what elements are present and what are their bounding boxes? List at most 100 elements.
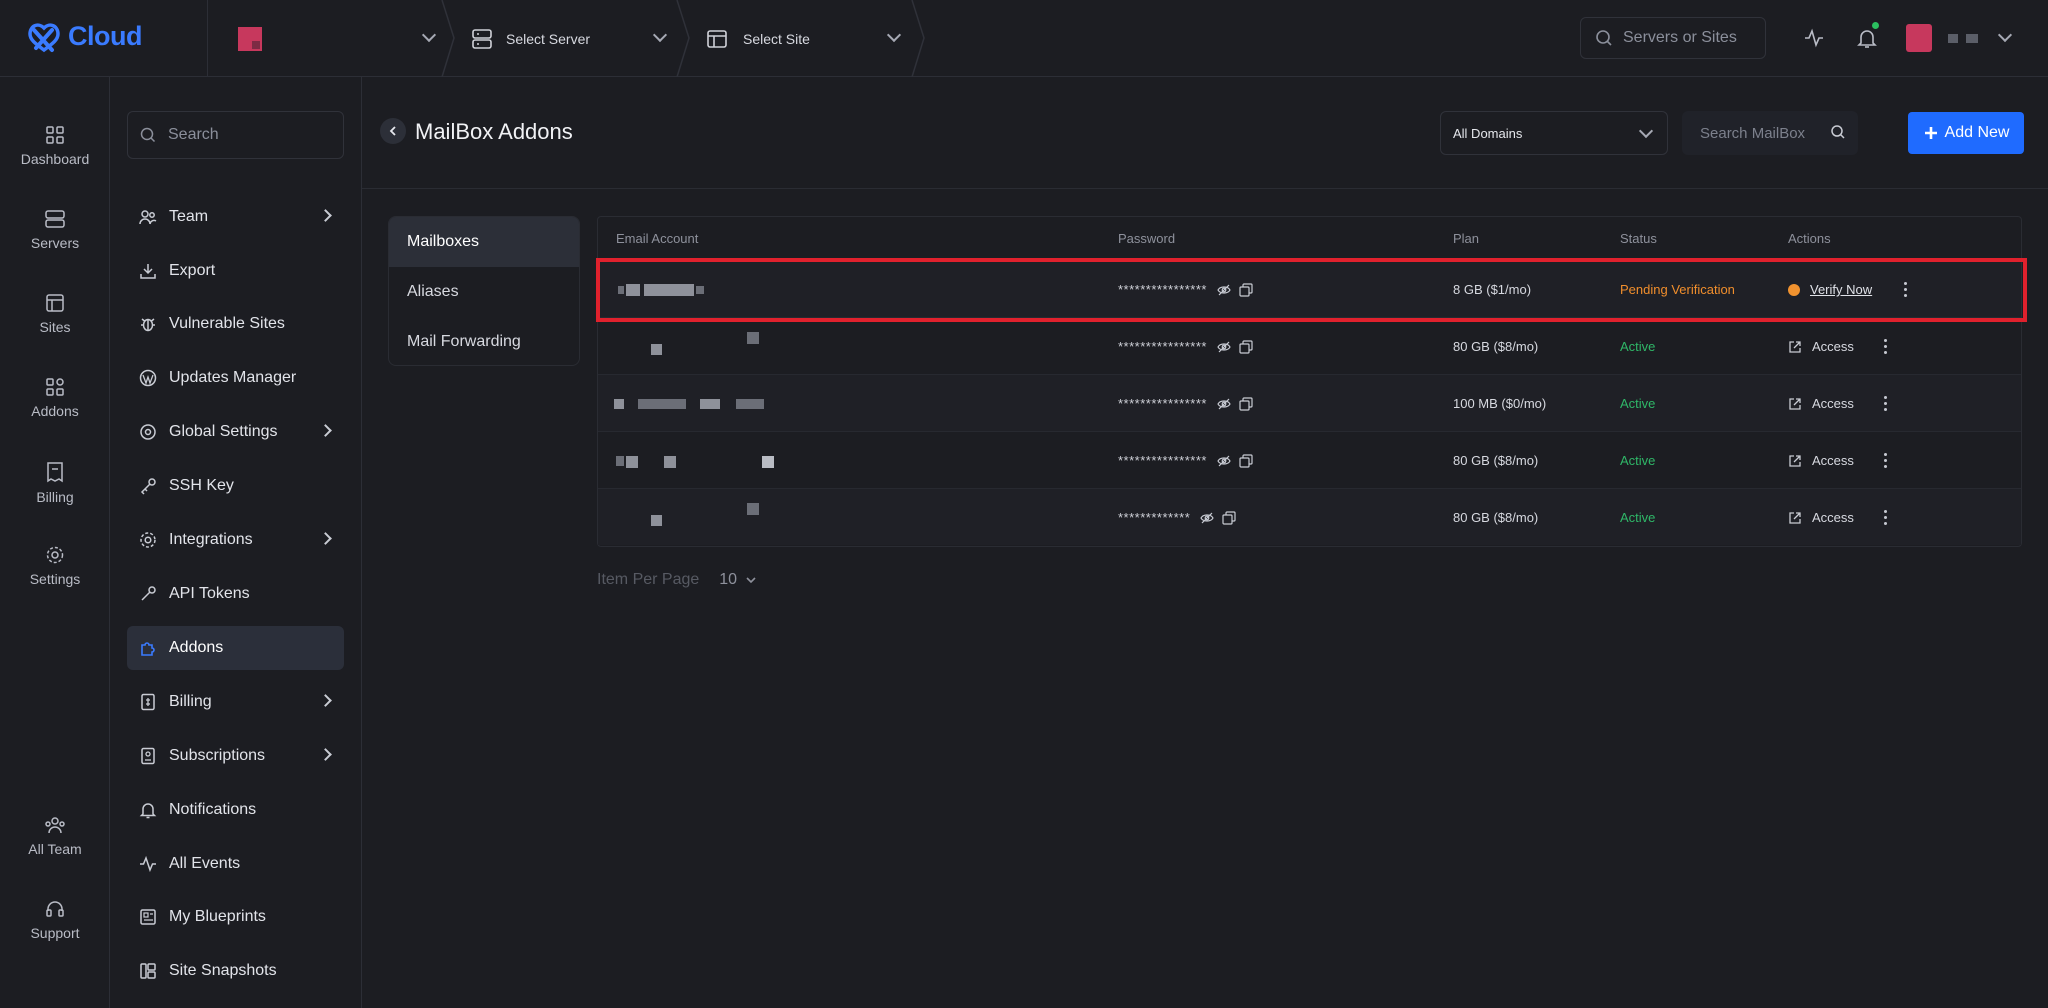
nav-item-ssh-key[interactable]: SSH Key <box>127 464 344 508</box>
domain-filter-select[interactable]: All Domains <box>1440 111 1668 155</box>
email-redacted <box>747 503 759 515</box>
wordpress-icon <box>139 369 157 387</box>
password-masked: **************** <box>1118 453 1207 468</box>
rail-label: Support <box>30 925 80 941</box>
external-link-icon[interactable] <box>1788 397 1802 411</box>
mail-subtabs: Mailboxes Aliases Mail Forwarding <box>388 216 580 366</box>
logo[interactable]: Cloud <box>24 16 142 56</box>
subscription-icon <box>141 747 155 765</box>
external-link-icon[interactable] <box>1788 454 1802 468</box>
global-search-input[interactable]: Servers or Sites <box>1580 17 1766 59</box>
notifications-button[interactable] <box>1851 22 1883 54</box>
nav-item-integrations[interactable]: Integrations <box>127 518 344 562</box>
chevron-right-icon <box>319 748 332 761</box>
nav-item-label: Export <box>169 262 216 279</box>
cloud-logo-icon <box>28 23 60 53</box>
copy-icon[interactable] <box>1222 510 1236 525</box>
external-link-icon[interactable] <box>1788 511 1802 525</box>
eye-off-icon[interactable] <box>1200 511 1214 525</box>
activity-button[interactable] <box>1798 22 1830 54</box>
nav-item-subscriptions[interactable]: Subscriptions <box>127 734 344 778</box>
bell-icon <box>1857 30 1877 48</box>
tab-mail-forwarding[interactable]: Mail Forwarding <box>389 317 579 365</box>
blueprint-icon <box>140 909 156 925</box>
external-link-icon[interactable] <box>1788 340 1802 354</box>
copy-icon[interactable] <box>1239 396 1253 411</box>
nav-item-addons[interactable]: Addons <box>127 626 344 670</box>
table-row[interactable]: **************** 80 GB ($8/mo) Active Ac… <box>598 317 2021 374</box>
rail-item-sites[interactable]: Sites <box>0 293 110 335</box>
nav-item-api-tokens[interactable]: API Tokens <box>127 572 344 616</box>
access-link[interactable]: Access <box>1812 339 1854 354</box>
tab-aliases[interactable]: Aliases <box>389 267 579 317</box>
copy-icon[interactable] <box>1239 453 1253 468</box>
items-per-page-select[interactable]: 10 <box>719 571 757 589</box>
team-icon <box>45 817 65 834</box>
access-link[interactable]: Access <box>1812 396 1854 411</box>
rail-item-billing[interactable]: Billing <box>0 461 110 505</box>
server-select[interactable]: Select Server <box>470 0 670 77</box>
nav-item-label: API Tokens <box>169 585 250 602</box>
activity-icon <box>140 855 156 873</box>
eye-off-icon[interactable] <box>1217 454 1231 468</box>
nav-item-my-blueprints[interactable]: My Blueprints <box>127 895 344 939</box>
plan-cell: 80 GB ($8/mo) <box>1453 510 1539 525</box>
more-options-icon[interactable] <box>1883 339 1887 354</box>
tab-mailboxes[interactable]: Mailboxes <box>389 217 579 267</box>
gear-icon <box>140 532 156 548</box>
table-row[interactable]: **************** 100 MB ($0/mo) Active A… <box>598 374 2021 431</box>
mailbox-search-placeholder: Search MailBox <box>1700 124 1806 142</box>
rail-label: All Team <box>28 841 82 857</box>
eye-off-icon[interactable] <box>1217 340 1231 354</box>
back-button[interactable] <box>380 118 406 144</box>
status-badge: Active <box>1620 396 1656 411</box>
column-header-password: Password <box>1118 231 1176 246</box>
nav-item-export[interactable]: Export <box>127 249 344 293</box>
server-select-label: Select Server <box>506 30 591 47</box>
rail-item-all-team[interactable]: All Team <box>0 815 110 857</box>
copy-icon[interactable] <box>1239 339 1253 354</box>
activity-icon <box>1805 28 1823 48</box>
password-cell: **************** <box>1118 375 1253 432</box>
nav-item-all-events[interactable]: All Events <box>127 842 344 886</box>
rail-item-support[interactable]: Support <box>0 899 110 941</box>
nav-item-label: Vulnerable Sites <box>169 315 285 332</box>
nav-item-label: Team <box>169 208 209 225</box>
eye-off-icon[interactable] <box>1217 397 1231 411</box>
nav-search-input[interactable]: Search <box>127 111 344 159</box>
nav-item-updates-manager[interactable]: Updates Manager <box>127 356 344 400</box>
table-row[interactable]: **************** 80 GB ($8/mo) Active Ac… <box>598 431 2021 488</box>
avatar <box>1906 24 1932 52</box>
site-select[interactable]: Select Site <box>705 0 905 77</box>
rail-item-settings[interactable]: Settings <box>0 545 110 587</box>
more-options-icon[interactable] <box>1883 510 1887 525</box>
nav-item-site-snapshots[interactable]: Site Snapshots <box>127 949 344 993</box>
rail-label: Sites <box>39 319 71 335</box>
rail-item-dashboard[interactable]: Dashboard <box>0 125 110 167</box>
logo-text: Cloud <box>68 20 142 51</box>
mailbox-search-input[interactable]: Search MailBox <box>1682 111 1858 155</box>
rail-item-servers[interactable]: Servers <box>0 209 110 251</box>
add-new-button[interactable]: Add New <box>1908 112 2024 154</box>
access-link[interactable]: Access <box>1812 510 1854 525</box>
more-options-icon[interactable] <box>1883 396 1887 411</box>
nav-item-billing[interactable]: Billing <box>127 680 344 724</box>
nav-item-vulnerable-sites[interactable]: Vulnerable Sites <box>127 302 344 346</box>
nav-item-label: Billing <box>169 693 212 710</box>
nav-item-label: My Blueprints <box>169 908 266 925</box>
column-header-plan: Plan <box>1453 231 1480 246</box>
team-select[interactable] <box>238 0 438 77</box>
rail-item-addons[interactable]: Addons <box>0 377 110 419</box>
nav-item-notifications[interactable]: Notifications <box>127 788 344 832</box>
nav-item-team[interactable]: Team <box>127 195 344 239</box>
user-menu[interactable] <box>1906 22 2013 54</box>
globe-gear-icon <box>140 424 156 440</box>
grid-icon <box>46 126 64 144</box>
nav-item-global-settings[interactable]: Global Settings <box>127 410 344 454</box>
snapshot-icon <box>140 963 156 979</box>
more-options-icon[interactable] <box>1883 453 1887 468</box>
user-name-redacted <box>1966 33 1978 43</box>
access-link[interactable]: Access <box>1812 453 1854 468</box>
actions-cell: Access <box>1788 432 1887 489</box>
table-row[interactable]: ************* 80 GB ($8/mo) Active Acces… <box>598 488 2021 545</box>
